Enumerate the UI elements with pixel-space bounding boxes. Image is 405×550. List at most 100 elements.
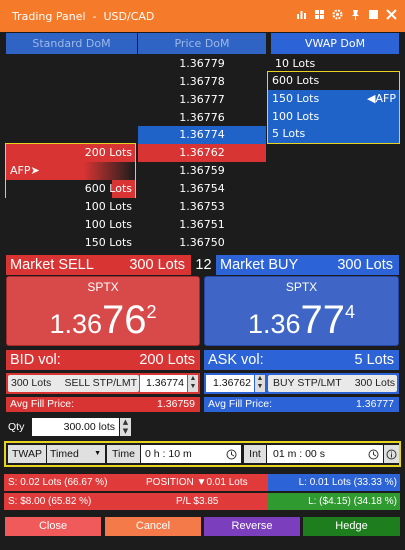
sell-avg-fill-value: 1.36759 xyxy=(157,398,195,410)
close-button[interactable]: Close xyxy=(5,517,101,536)
market-buy-lots: 300 Lots xyxy=(337,257,393,273)
window-title: Trading Panel - USD/CAD xyxy=(12,9,155,23)
sell-stop-limit-label: SELL STP/LMT xyxy=(64,377,137,389)
tab-vwap-dom[interactable]: VWAP DoM xyxy=(271,33,399,54)
buy-price-stepper[interactable]: ▲ ▼ xyxy=(255,375,265,392)
buy-price-pip: 4 xyxy=(345,302,356,322)
bid-lots-cell[interactable]: 150 Lots xyxy=(6,234,135,252)
best-bid-price-cell[interactable]: 1.36762 xyxy=(138,144,266,162)
reverse-button[interactable]: Reverse xyxy=(204,517,300,536)
tab-price-dom[interactable]: Price DoM xyxy=(138,33,266,54)
sell-button[interactable]: SPTX 1.36762 xyxy=(6,276,200,346)
sell-price-stepper[interactable]: ▲ ▼ xyxy=(188,375,198,392)
qty-input[interactable]: 300.00 lots xyxy=(32,418,119,436)
price-cell[interactable]: 1.36754 xyxy=(138,180,266,198)
sell-avg-fill-bar: Avg Fill Price: 1.36759 xyxy=(6,397,200,412)
sell-price-prefix: 1.36 xyxy=(49,309,103,339)
sell-stop-limit-button[interactable]: 300 Lots SELL STP/LMT xyxy=(8,375,139,392)
time-label: Time xyxy=(107,445,140,463)
qty-stepper[interactable]: ▲ ▼ xyxy=(120,418,131,436)
tab-standard-dom[interactable]: Standard DoM xyxy=(6,33,137,54)
buy-stop-limit-label: BUY STP/LMT xyxy=(273,377,342,389)
bid-lots-cell[interactable]: 600 Lots xyxy=(6,180,135,198)
position-summary: POSITION ▼0.01 Lots xyxy=(146,477,248,488)
buy-price-big: 77 xyxy=(300,298,346,342)
afp-ask-marker: ◀AFP xyxy=(367,92,396,105)
price-cell[interactable]: 1.36777 xyxy=(138,91,266,109)
buy-stop-limit-button[interactable]: BUY STP/LMT 300 Lots xyxy=(268,375,397,392)
bid-lots-cell[interactable]: 200 Lots xyxy=(6,144,135,162)
interval-input[interactable]: 01 m : 00 s xyxy=(267,445,383,463)
sell-stop-limit-row: 300 Lots SELL STP/LMT 1.36774 ▲ ▼ xyxy=(6,373,200,394)
buy-symbol: SPTX xyxy=(285,280,318,294)
long-position-lots: L: 0.01 Lots (33.33 %) xyxy=(268,474,400,491)
market-sell-bar[interactable]: Market SELL 300 Lots xyxy=(6,255,191,275)
buy-stop-limit-lots: 300 Lots xyxy=(354,377,395,389)
interval-value: 01 m : 00 s xyxy=(273,448,325,460)
price-cell[interactable]: 1.36779 xyxy=(138,55,266,73)
bid-vol-label: BID vol: xyxy=(10,352,61,368)
grid-icon[interactable] xyxy=(314,9,325,23)
pin-icon[interactable] xyxy=(350,9,361,23)
price-cell[interactable]: 1.36753 xyxy=(138,198,266,216)
chart-icon[interactable] xyxy=(296,9,307,23)
spread-value: 12 xyxy=(195,257,212,273)
close-icon[interactable] xyxy=(386,9,397,23)
bid-lots-cell[interactable]: 100 Lots xyxy=(6,198,135,216)
clock-icon[interactable] xyxy=(368,445,379,463)
algo-panel: TWAP Timed ▼ Time 0 h : 10 m Int 01 m : … xyxy=(4,441,401,467)
time-value: 0 h : 10 m xyxy=(145,448,192,460)
buy-avg-fill-value: 1.36777 xyxy=(356,398,394,410)
bid-vol-value: 200 Lots xyxy=(139,352,195,368)
position-lots-row: S: 0.02 Lots (66.67 %) POSITION ▼0.01 Lo… xyxy=(4,474,400,491)
sell-avg-fill-label: Avg Fill Price: xyxy=(10,398,74,410)
price-cell[interactable]: 1.36759 xyxy=(138,162,266,180)
interval-label: Int xyxy=(244,445,266,463)
buy-stop-limit-row: 1.36762 ▲ ▼ BUY STP/LMT 300 Lots xyxy=(204,373,399,394)
hedge-button[interactable]: Hedge xyxy=(303,517,400,536)
title-bar[interactable]: Trading Panel - USD/CAD xyxy=(0,0,405,32)
algo-mode-value: Timed xyxy=(50,448,79,460)
buy-button[interactable]: SPTX 1.36774 xyxy=(204,276,399,346)
afp-bid-marker: AFP➤ xyxy=(6,162,135,180)
info-icon[interactable] xyxy=(384,445,399,463)
ask-vol-value: 5 Lots xyxy=(354,352,395,368)
ask-vol-label: ASK vol: xyxy=(208,352,264,368)
ask-lots-cell[interactable]: 600 Lots xyxy=(268,72,399,90)
buy-stop-limit-price-input[interactable]: 1.36762 xyxy=(206,375,254,392)
qty-label: Qty xyxy=(8,421,25,433)
position-pl-row: S: $8.00 (65.82 %) P/L $3.85 L: ($4.15) … xyxy=(4,493,400,510)
market-sell-lots: 300 Lots xyxy=(129,257,185,273)
pl-value: P/L $3.85 xyxy=(176,496,219,507)
ask-lots-cell[interactable]: 5 Lots xyxy=(268,125,399,143)
sell-price-big: 76 xyxy=(102,298,147,342)
ask-lots-cell[interactable]: 100 Lots xyxy=(268,108,399,126)
buy-avg-fill-label: Avg Fill Price: xyxy=(208,398,272,410)
market-sell-label: Market SELL xyxy=(10,257,94,273)
price-cell[interactable]: 1.36751 xyxy=(138,216,266,234)
price-cell[interactable]: 1.36778 xyxy=(138,73,266,91)
sell-symbol: SPTX xyxy=(87,280,119,294)
long-position-usd: L: ($4.15) (34.18 %) xyxy=(268,493,400,510)
buy-avg-fill-bar: Avg Fill Price: 1.36777 xyxy=(204,397,399,412)
buy-price-prefix: 1.36 xyxy=(247,309,301,339)
bid-lots-cell[interactable]: 100 Lots xyxy=(6,216,135,234)
bid-vol-bar: BID vol: 200 Lots xyxy=(6,350,200,370)
ask-vol-bar: ASK vol: 5 Lots xyxy=(204,350,399,370)
price-cell[interactable]: 1.36776 xyxy=(138,109,266,127)
gear-icon[interactable] xyxy=(332,9,343,23)
sell-stop-limit-price-input[interactable]: 1.36774 xyxy=(140,375,187,392)
algo-type-label: TWAP xyxy=(8,445,46,463)
restore-icon[interactable] xyxy=(368,9,379,23)
best-ask-price-cell[interactable]: 1.36774 xyxy=(138,126,266,144)
price-cell[interactable]: 1.36750 xyxy=(138,234,266,252)
market-buy-bar[interactable]: Market BUY 300 Lots xyxy=(216,255,399,275)
sell-stop-limit-lots: 300 Lots xyxy=(11,377,52,389)
time-input[interactable]: 0 h : 10 m xyxy=(141,445,241,463)
sell-price-pip: 2 xyxy=(146,302,157,322)
chevron-down-icon: ▼ xyxy=(94,450,101,457)
clock-icon[interactable] xyxy=(226,445,237,463)
market-buy-label: Market BUY xyxy=(220,257,299,273)
algo-mode-select[interactable]: Timed ▼ xyxy=(47,445,105,463)
cancel-button[interactable]: Cancel xyxy=(105,517,201,536)
